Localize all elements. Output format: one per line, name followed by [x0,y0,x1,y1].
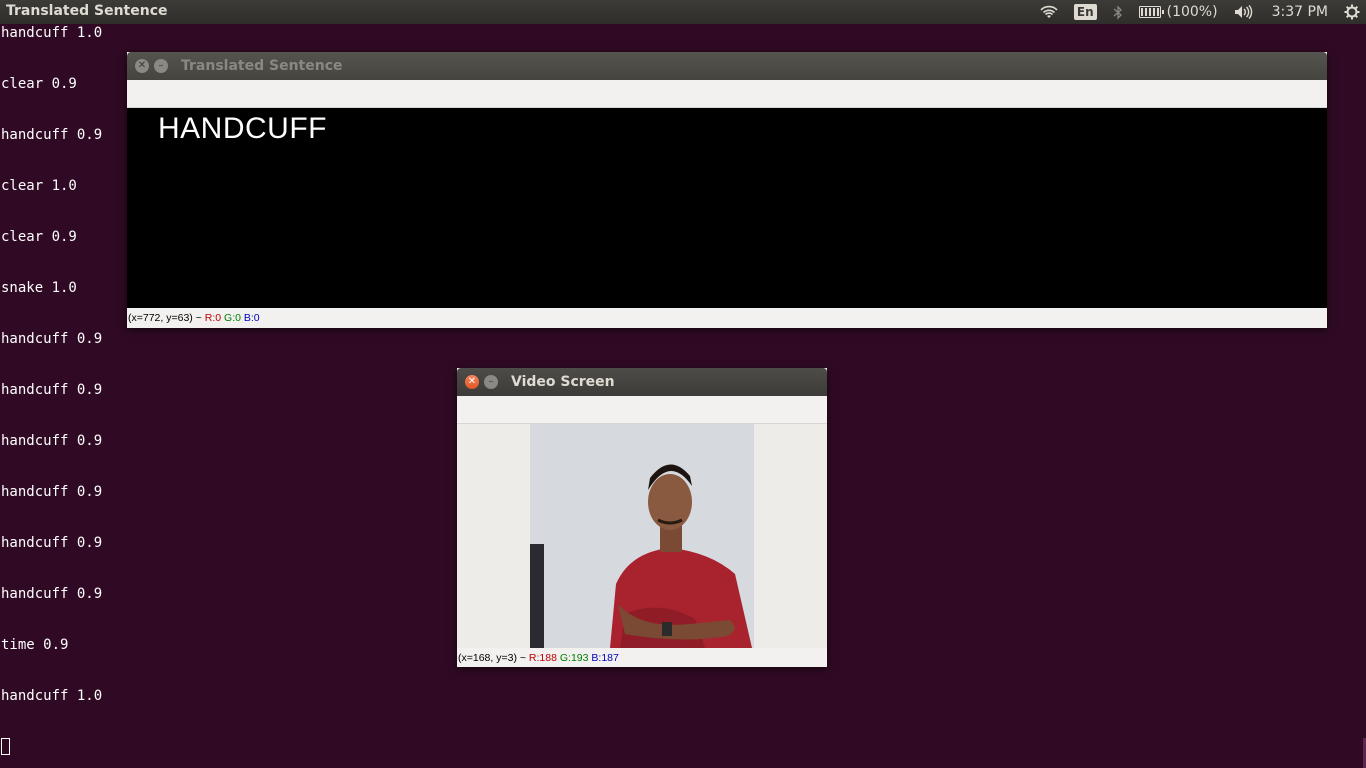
terminal-line: clear 0.9 [1,229,77,245]
terminal-line: clear 1.0 [1,178,77,194]
close-icon[interactable]: ✕ [465,375,479,389]
pixel-status-bar: (x=772, y=63) ~ R:0 G:0 B:0 [127,308,1327,327]
minimize-icon[interactable]: – [484,375,498,389]
close-icon[interactable]: ✕ [135,59,149,73]
terminal-line: clear 0.9 [1,76,77,92]
clock[interactable]: 3:37 PM [1272,4,1328,20]
webcam-frame [530,424,754,648]
video-screen-window[interactable]: ✕ – Video Screen (x=168, y=3) ~ R:188 G:… [457,368,827,667]
window-toolbar [127,80,1327,108]
terminal-line: time 0.9 [1,637,69,653]
translated-sentence-window[interactable]: ✕ – Translated Sentence HANDCUFF (x=772,… [127,52,1327,328]
terminal-line: handcuff 0.9 [1,127,103,143]
green-value: G:0 [224,312,241,324]
terminal-line: handcuff 0.9 [1,331,103,347]
video-area[interactable] [457,424,827,648]
sentence-canvas[interactable]: HANDCUFF [127,108,1327,308]
terminal-line: handcuff 0.9 [1,484,103,500]
terminal-line: handcuff 1.0 [1,688,103,704]
terminal-line: handcuff 0.9 [1,535,103,551]
active-app-title: Translated Sentence [6,3,168,19]
blue-value: B:187 [591,652,619,664]
pixel-status-bar: (x=168, y=3) ~ R:188 G:193 B:187 [457,648,827,667]
wifi-icon[interactable] [1040,5,1058,19]
keyboard-layout-indicator[interactable]: En [1073,4,1097,20]
window-title: Translated Sentence [181,58,343,74]
window-titlebar[interactable]: ✕ – Translated Sentence [127,52,1327,80]
webcam-person-image [530,424,754,648]
terminal-line: handcuff 1.0 [1,25,103,41]
cursor-coords: (x=772, y=63) ~ [128,312,205,324]
red-value: R:188 [528,652,557,664]
cursor-coords: (x=168, y=3) ~ [458,652,529,664]
volume-icon[interactable] [1234,5,1254,19]
terminal-line: snake 1.0 [1,280,77,296]
window-toolbar [457,396,827,424]
green-value: G:193 [559,652,589,664]
terminal-line: handcuff 0.9 [1,382,103,398]
battery-indicator[interactable]: (100%) [1138,4,1218,20]
settings-gear-icon[interactable] [1344,4,1360,20]
window-title: Video Screen [511,374,615,390]
bluetooth-icon[interactable] [1113,4,1123,20]
red-value: R:0 [204,312,222,324]
terminal-line: handcuff 0.9 [1,586,103,602]
minimize-icon[interactable]: – [154,59,168,73]
terminal-cursor [1,738,10,755]
terminal-line: handcuff 0.9 [1,433,103,449]
indicator-area: En (100%) 3:37 PM [1032,0,1366,24]
battery-percent: (100%) [1166,4,1218,20]
window-titlebar[interactable]: ✕ – Video Screen [457,368,827,396]
top-panel: Translated Sentence En (100%) 3:37 PM [0,0,1366,24]
blue-value: B:0 [243,312,260,324]
translated-text: HANDCUFF [158,112,327,145]
battery-icon [1138,6,1164,18]
